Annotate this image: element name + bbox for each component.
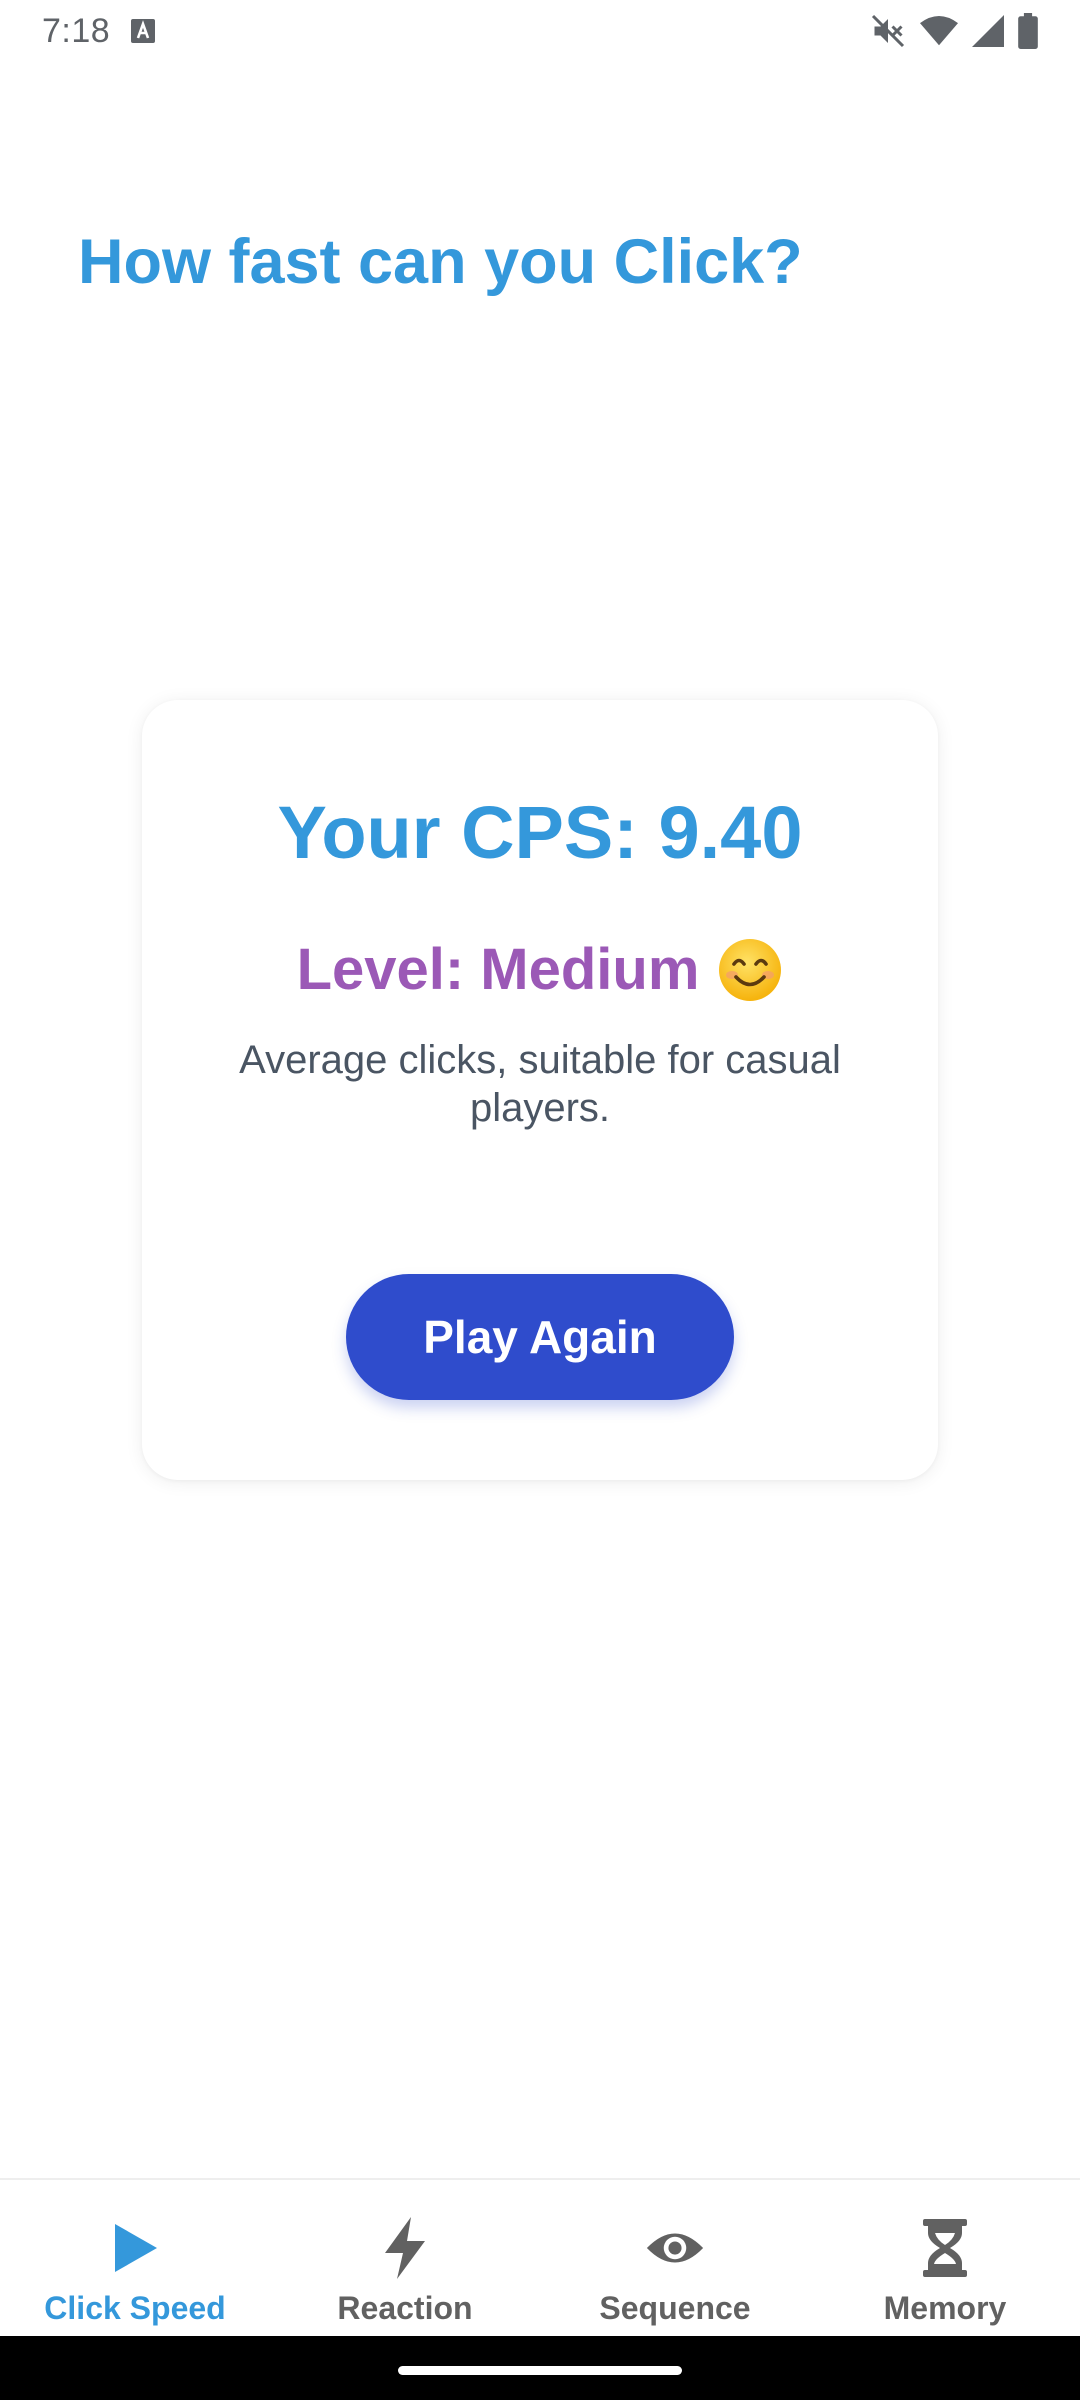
level-label: Level: Medium: [296, 937, 700, 1002]
status-right: [870, 13, 1038, 49]
result-card: Your CPS: 9.40 Level: Medium Average cli…: [142, 700, 938, 1480]
cps-result: Your CPS: 9.40: [277, 791, 803, 874]
hourglass-icon: [915, 2218, 975, 2278]
smiling-face-icon: [717, 937, 783, 1003]
gesture-navigation-bar: [0, 2336, 1080, 2400]
signal-icon: [972, 14, 1004, 48]
nav-item-memory[interactable]: Memory: [810, 2180, 1080, 2336]
nav-label-sequence: Sequence: [599, 2290, 751, 2326]
home-gesture-handle[interactable]: [398, 2366, 682, 2375]
play-icon: [105, 2218, 165, 2278]
nav-item-sequence[interactable]: Sequence: [540, 2180, 810, 2336]
nav-item-reaction[interactable]: Reaction: [270, 2180, 540, 2336]
status-time: 7:18: [42, 11, 111, 50]
status-bar: 7:18: [0, 0, 1080, 62]
status-left: 7:18: [42, 12, 156, 51]
nav-item-click-speed[interactable]: Click Speed: [0, 2180, 270, 2336]
app-screen: 7:18 How fast can you Click? Your CPS: 9…: [0, 0, 1080, 2400]
nav-label-click-speed: Click Speed: [44, 2290, 226, 2326]
level-description: Average clicks, suitable for casual play…: [239, 1038, 841, 1130]
page-title: How fast can you Click?: [78, 227, 803, 297]
lightning-icon: [375, 2217, 435, 2279]
bottom-nav: Click Speed Reaction Sequence Memory: [0, 2178, 1080, 2336]
nav-label-reaction: Reaction: [337, 2290, 473, 2326]
play-again-button[interactable]: Play Again: [346, 1274, 734, 1400]
wifi-icon: [920, 14, 958, 48]
eye-icon: [645, 2218, 705, 2278]
mute-icon: [870, 13, 906, 49]
nav-label-memory: Memory: [883, 2290, 1007, 2326]
battery-icon: [1018, 13, 1038, 49]
level-result: Level: Medium: [142, 936, 938, 1003]
keyboard-a-icon: [130, 18, 156, 44]
